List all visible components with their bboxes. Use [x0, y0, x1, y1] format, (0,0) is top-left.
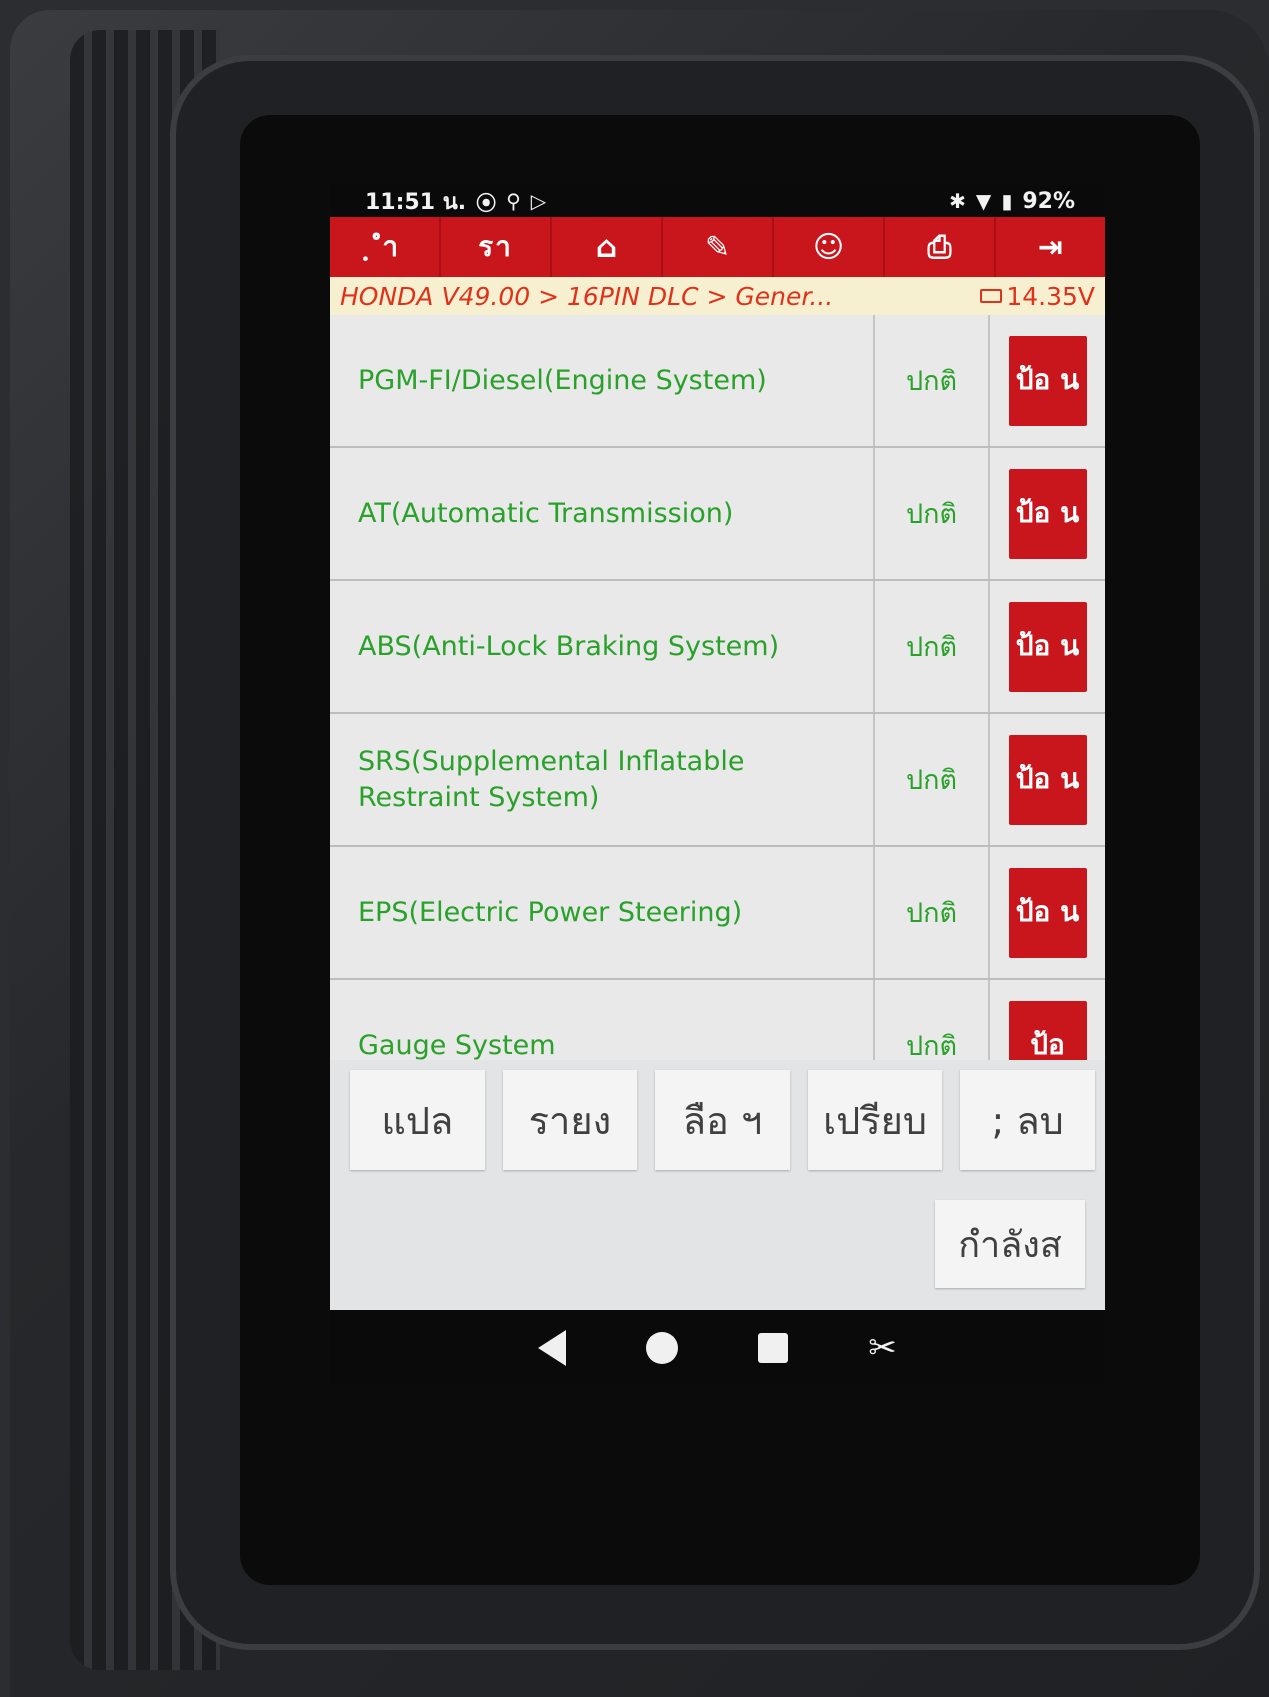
car-battery-icon: [980, 289, 1003, 303]
list-item[interactable]: EPS(Electric Power Steering) ปกติ ป้อ น: [330, 847, 1105, 980]
home-icon[interactable]: ⌂: [552, 217, 663, 277]
system-list: PGM-FI/Diesel(Engine System) ปกติ ป้อ น …: [330, 315, 1105, 1060]
enter-button[interactable]: ป้อ น: [1008, 468, 1087, 559]
wifi-icon: ▼: [975, 189, 992, 213]
breadcrumb: HONDA V49.00 > 16PIN DLC > Gener... 14.3…: [330, 277, 1105, 315]
enter-button[interactable]: ป้อ: [1008, 1000, 1087, 1060]
user-icon[interactable]: ☺: [774, 217, 885, 277]
toolbar-next-button[interactable]: รา: [441, 217, 552, 277]
battery-icon: ▮: [1001, 189, 1013, 213]
notification-icon: ⦿: [476, 190, 497, 215]
system-status: ปกติ: [875, 448, 990, 579]
list-item[interactable]: ABS(Anti-Lock Braking System) ปกติ ป้อ น: [330, 581, 1105, 714]
play-icon: ▷: [530, 189, 547, 213]
select-button[interactable]: ลือ ฯ: [655, 1070, 790, 1170]
compare-button[interactable]: เปรียบ: [807, 1070, 943, 1170]
voltage-readout: 14.35V: [980, 282, 1095, 311]
system-name: AT(Automatic Transmission): [330, 448, 875, 579]
status-bar: 11:51 น. ⦿ ⚲ ▷ ✱ ▼ ▮ 92%: [330, 185, 1105, 217]
bluetooth-icon: ✱: [949, 189, 966, 213]
system-status: ปกติ: [875, 315, 990, 446]
breadcrumb-path: HONDA V49.00 > 16PIN DLC > Gener...: [340, 281, 834, 311]
system-name: Gauge System: [330, 980, 875, 1060]
toolbar: ฺ ํา รา ⌂ ✎ ☺ ⎙ ⇥: [330, 217, 1105, 277]
back-icon[interactable]: [538, 1329, 567, 1366]
bottom-action-bar: แปล รายง ลือ ฯ เปรียบ ; ลบ กำลังส: [330, 1060, 1105, 1310]
screenshot-icon[interactable]: ✂: [868, 1328, 897, 1368]
voltage-value: 14.35V: [1006, 281, 1095, 311]
battery-level: 92%: [1022, 188, 1075, 214]
system-status: ปกติ: [875, 847, 990, 978]
screen: 11:51 น. ⦿ ⚲ ▷ ✱ ▼ ▮ 92% ฺ ํา รา ⌂ ✎ ☺ ⎙…: [330, 185, 1105, 1385]
enter-button[interactable]: ป้อ น: [1008, 867, 1087, 958]
clear-button[interactable]: ; ลบ: [960, 1070, 1095, 1170]
system-status: ปกติ: [875, 581, 990, 712]
enter-button[interactable]: ป้อ น: [1008, 734, 1087, 825]
edit-icon[interactable]: ✎: [663, 217, 774, 277]
in-progress-button[interactable]: กำลังส: [935, 1200, 1085, 1288]
translate-button[interactable]: แปล: [350, 1070, 485, 1170]
toolbar-prev-button[interactable]: ฺ ํา: [330, 217, 441, 277]
system-name: ABS(Anti-Lock Braking System): [330, 581, 875, 712]
list-item[interactable]: SRS(Supplemental Inflatable Restraint Sy…: [330, 714, 1105, 847]
list-item[interactable]: Gauge System ปกติ ป้อ: [330, 980, 1105, 1060]
system-status: ปกติ: [875, 714, 990, 845]
print-icon[interactable]: ⎙: [885, 217, 996, 277]
report-button[interactable]: รายง: [502, 1070, 638, 1170]
system-name: SRS(Supplemental Inflatable Restraint Sy…: [330, 714, 875, 845]
exit-icon[interactable]: ⇥: [996, 217, 1105, 277]
usb-icon: ⚲: [506, 189, 521, 213]
recent-apps-icon[interactable]: [758, 1332, 789, 1363]
system-status: ปกติ: [875, 980, 990, 1060]
system-name: PGM-FI/Diesel(Engine System): [330, 315, 875, 446]
list-item[interactable]: PGM-FI/Diesel(Engine System) ปกติ ป้อ น: [330, 315, 1105, 448]
clock: 11:51 น.: [365, 189, 467, 215]
enter-button[interactable]: ป้อ น: [1008, 601, 1087, 692]
home-circle-icon[interactable]: [646, 1331, 679, 1364]
android-nav-bar: ✂: [330, 1310, 1105, 1385]
enter-button[interactable]: ป้อ น: [1008, 335, 1087, 426]
system-name: EPS(Electric Power Steering): [330, 847, 875, 978]
list-item[interactable]: AT(Automatic Transmission) ปกติ ป้อ น: [330, 448, 1105, 581]
